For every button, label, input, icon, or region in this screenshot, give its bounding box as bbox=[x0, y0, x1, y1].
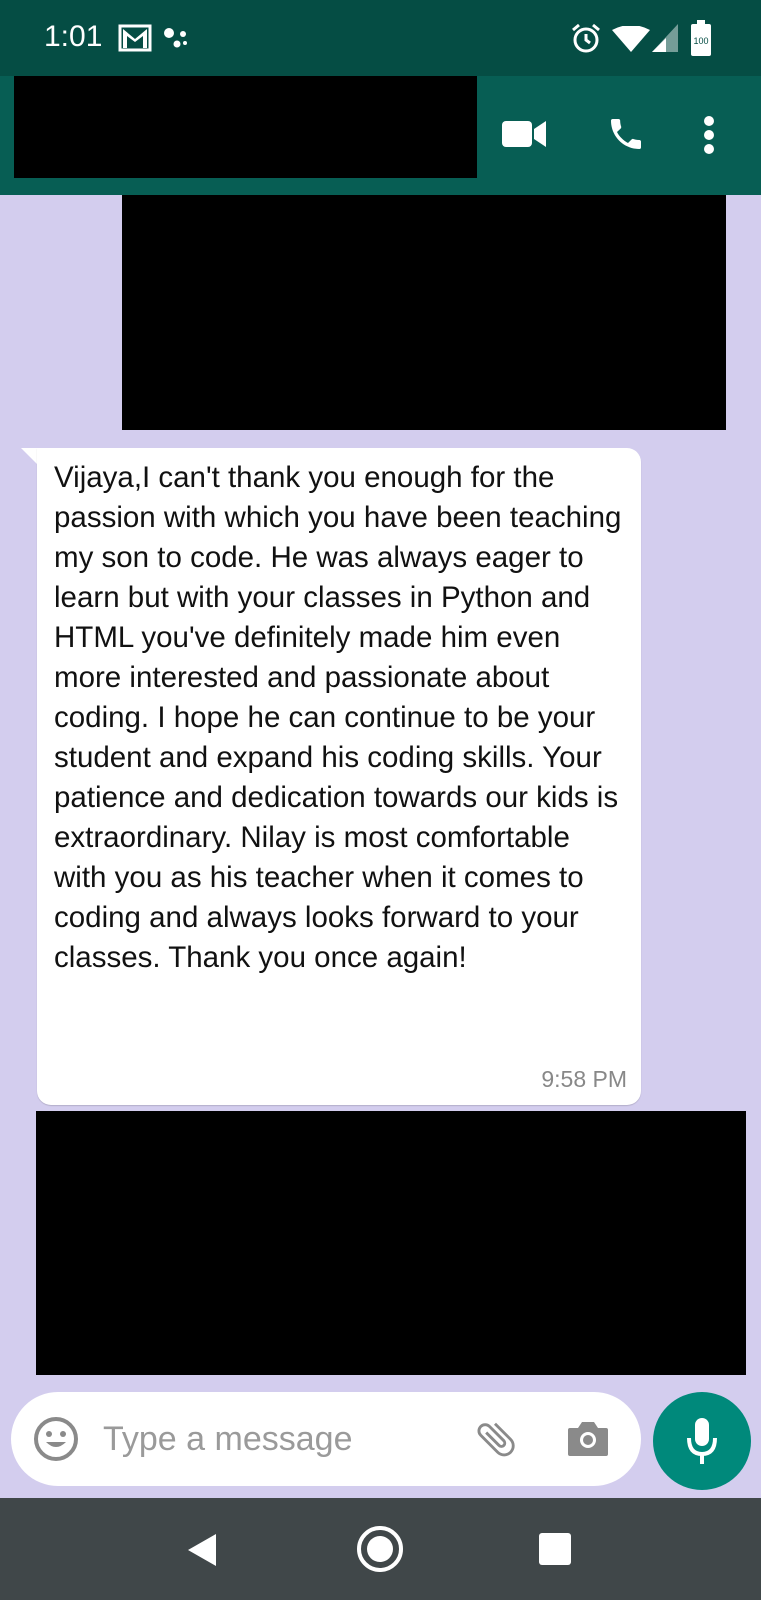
gmail-icon bbox=[118, 24, 152, 52]
emoji-icon[interactable] bbox=[33, 1416, 79, 1462]
message-input[interactable] bbox=[101, 1412, 465, 1466]
mic-button[interactable] bbox=[653, 1392, 751, 1490]
attach-icon[interactable] bbox=[473, 1416, 519, 1462]
redacted-message-bottom[interactable] bbox=[36, 1111, 746, 1375]
more-options-icon[interactable] bbox=[703, 116, 715, 154]
message-timestamp: 9:58 PM bbox=[541, 1066, 627, 1092]
chat-area[interactable]: Vijaya,I can't thank you enough for the … bbox=[0, 195, 761, 1388]
system-nav-bar bbox=[0, 1498, 761, 1600]
status-time: 1:01 bbox=[44, 20, 103, 53]
wifi-icon bbox=[612, 26, 650, 52]
mic-icon bbox=[687, 1418, 717, 1464]
battery-icon: 100 bbox=[691, 20, 711, 56]
video-call-icon[interactable] bbox=[502, 119, 548, 149]
svg-text:100: 100 bbox=[693, 36, 708, 46]
redacted-image-top[interactable] bbox=[122, 195, 726, 430]
signal-icon bbox=[652, 24, 678, 52]
phone-icon[interactable] bbox=[606, 114, 646, 154]
dots-icon bbox=[164, 28, 187, 48]
message-composer bbox=[11, 1392, 641, 1486]
app-bar bbox=[0, 76, 761, 195]
status-bar: 1:01 100 bbox=[0, 0, 761, 76]
incoming-message[interactable]: Vijaya,I can't thank you enough for the … bbox=[37, 448, 641, 1105]
recents-icon[interactable] bbox=[539, 1533, 571, 1565]
message-text: Vijaya,I can't thank you enough for the … bbox=[54, 461, 622, 974]
contact-header-redacted[interactable] bbox=[14, 76, 477, 178]
home-icon[interactable] bbox=[355, 1524, 405, 1574]
alarm-icon bbox=[572, 23, 600, 53]
camera-icon[interactable] bbox=[566, 1418, 610, 1458]
back-icon[interactable] bbox=[186, 1532, 218, 1568]
